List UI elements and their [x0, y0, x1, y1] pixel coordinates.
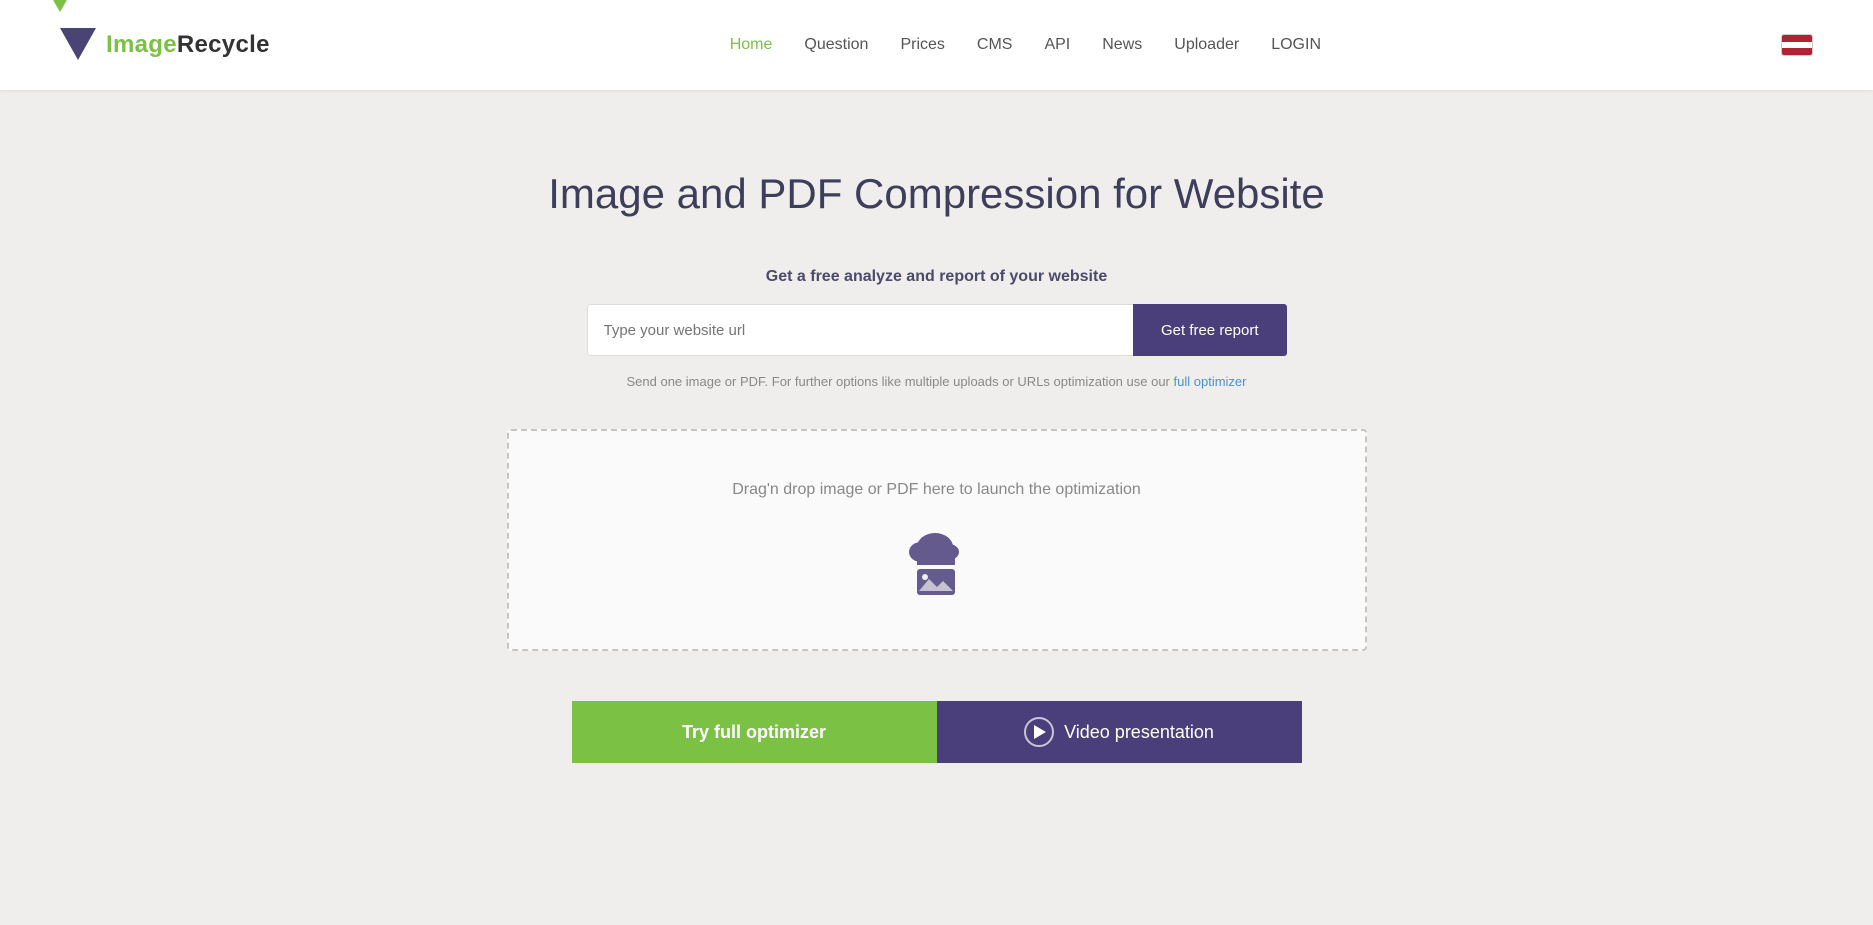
nav-news[interactable]: News	[1102, 36, 1142, 54]
nav-uploader[interactable]: Uploader	[1174, 36, 1239, 54]
nav-home[interactable]: Home	[730, 36, 773, 54]
drop-zone[interactable]: Drag'n drop image or PDF here to launch …	[507, 429, 1367, 651]
nav-prices[interactable]: Prices	[900, 36, 944, 54]
logo-text: ImageRecycle	[106, 31, 270, 59]
video-button[interactable]: Video presentation	[937, 701, 1302, 763]
video-button-label: Video presentation	[1064, 722, 1214, 743]
nav-cms[interactable]: CMS	[977, 36, 1013, 54]
site-header: ImageRecycle Home Question Prices CMS AP…	[0, 0, 1873, 90]
logo[interactable]: ImageRecycle	[60, 28, 270, 62]
drop-zone-text: Drag'n drop image or PDF here to launch …	[732, 481, 1141, 499]
hint-text: Send one image or PDF. For further optio…	[627, 374, 1247, 389]
bottom-buttons: Try full optimizer Video presentation	[572, 701, 1302, 763]
play-triangle-icon	[1034, 725, 1046, 739]
nav-api[interactable]: API	[1044, 36, 1070, 54]
try-optimizer-button[interactable]: Try full optimizer	[572, 701, 937, 763]
play-circle-icon	[1024, 717, 1054, 747]
get-report-button[interactable]: Get free report	[1133, 304, 1287, 356]
url-form: Get free report	[587, 304, 1287, 356]
nav-login[interactable]: LOGIN	[1271, 36, 1321, 54]
main-content: Image and PDF Compression for Website Ge…	[487, 90, 1387, 803]
full-optimizer-link[interactable]: full optimizer	[1174, 374, 1247, 389]
page-title: Image and PDF Compression for Website	[548, 170, 1325, 218]
url-input[interactable]	[587, 304, 1133, 356]
language-flag[interactable]	[1781, 34, 1813, 56]
upload-icon	[897, 519, 977, 599]
nav-question[interactable]: Question	[804, 36, 868, 54]
main-nav: Home Question Prices CMS API News Upload…	[730, 36, 1321, 54]
subtitle: Get a free analyze and report of your we…	[766, 268, 1107, 286]
